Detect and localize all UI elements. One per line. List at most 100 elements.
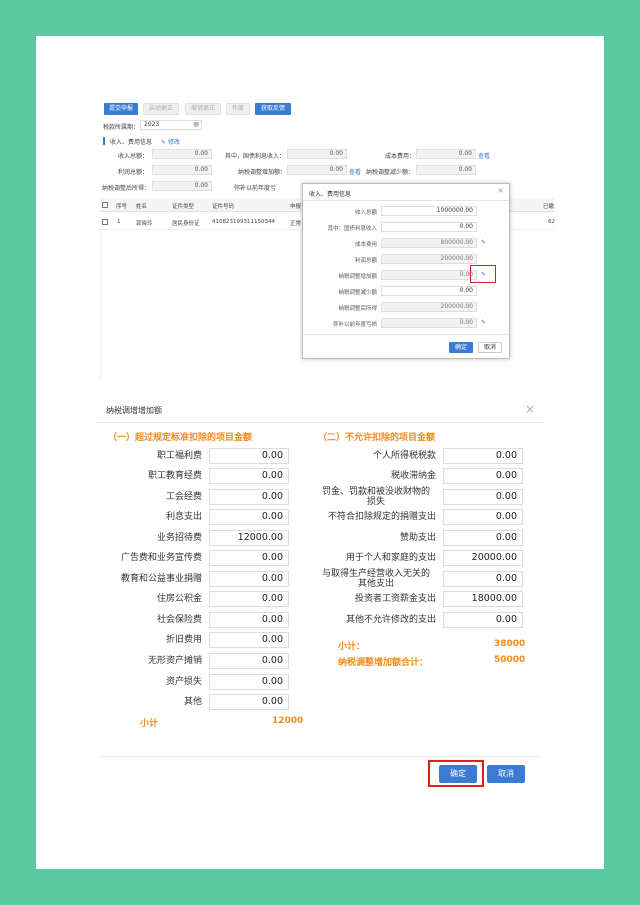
popup-adj-dec-input[interactable]: 0.00	[381, 286, 477, 296]
total-label: 纳税调整增加额合计：	[338, 658, 429, 668]
unrelated-expense-input[interactable]: 0.00	[443, 571, 523, 587]
popup-ok-button[interactable]: 确定	[449, 342, 473, 353]
other-disallowed-input[interactable]: 0.00	[443, 612, 523, 628]
get-feedback-button[interactable]: 获取反馈	[255, 103, 291, 115]
row-no: 1	[117, 219, 121, 225]
loss-edit-pen-icon[interactable]: ✎	[481, 319, 486, 326]
calendar-icon[interactable]: ▦	[193, 121, 199, 129]
treasury-field: 0.00	[287, 149, 347, 159]
other-input[interactable]: 0.00	[209, 694, 289, 710]
fines-input[interactable]: 0.00	[443, 489, 523, 505]
popup-treasury-input[interactable]: 0.00	[381, 222, 477, 232]
popup-close-icon[interactable]: ×	[497, 186, 504, 195]
personal-family-input[interactable]: 20000.00	[443, 550, 523, 566]
popup-cancel-button[interactable]: 取消	[478, 342, 502, 353]
row-name-link[interactable]: 郭晓玲	[136, 219, 153, 227]
loss-label: 弥补以前年度亏	[234, 185, 277, 192]
social-insurance-input[interactable]: 0.00	[209, 612, 289, 628]
col2-subtotal-label: 小计：	[338, 642, 366, 652]
cost-field: 0.00	[416, 149, 476, 159]
welfare-label: 职工福利费	[156, 451, 202, 461]
period-value: 2023	[144, 121, 160, 128]
dialog-close-icon[interactable]: ×	[525, 402, 535, 416]
profit-label: 利润总额：	[117, 169, 148, 176]
treasury-label: 其中，国债利息收入：	[225, 153, 286, 160]
sponsorship-label: 赞助支出	[399, 533, 436, 543]
education-input[interactable]: 0.00	[209, 468, 289, 484]
other-label: 其他	[183, 697, 202, 707]
asset-loss-input[interactable]: 0.00	[209, 674, 289, 690]
popup-income-input[interactable]: 1000000.00	[381, 206, 477, 216]
adj-inc-view-link[interactable]: 查看	[349, 167, 361, 176]
section2-title: （二）不允许扣除的项目金额	[318, 433, 436, 443]
period-label: 税款所属期：	[103, 124, 140, 131]
row-paid: 62	[548, 219, 555, 225]
education-label: 职工教育经费	[147, 471, 202, 481]
popup-profit-label: 利润总额	[354, 258, 377, 264]
section1-title: （一）超过规定标准扣除的项目金额	[108, 433, 253, 443]
dialog-title: 纳税调增增加额	[106, 406, 162, 415]
dialog-footer-divider	[98, 756, 542, 757]
popup-income-label: 收入总额	[354, 210, 377, 216]
adj-inc-label: 纳税调整增加额：	[238, 169, 287, 176]
income-total-label: 收入总额：	[117, 153, 148, 160]
popup-loss-field: 0.00	[381, 318, 477, 328]
fines-label: 罚金、罚款和被没收财物的损失	[321, 487, 430, 507]
late-fee-input[interactable]: 0.00	[443, 468, 523, 484]
union-input[interactable]: 0.00	[209, 489, 289, 505]
total-value: 50000	[494, 655, 526, 665]
cost-view-link[interactable]: 查看	[478, 151, 490, 160]
edit-link-label: 修改	[167, 139, 180, 146]
cost-label: 成本费用：	[385, 153, 416, 160]
welfare-input[interactable]: 0.00	[209, 448, 289, 464]
section-title: 收入、费用信息	[110, 139, 153, 146]
entertainment-input[interactable]: 12000.00	[209, 530, 289, 546]
housing-fund-input[interactable]: 0.00	[209, 591, 289, 607]
void-button[interactable]: 作废	[226, 103, 250, 115]
interest-label: 利息支出	[165, 512, 202, 522]
row-checkbox[interactable]	[102, 219, 108, 225]
popup-adj-inc-field: 0.00	[381, 270, 477, 280]
nonconforming-donation-input[interactable]: 0.00	[443, 509, 523, 525]
investor-salary-input[interactable]: 18000.00	[443, 591, 523, 607]
revoke-correction-button[interactable]: 撤销更正	[185, 103, 221, 115]
popup-cost-field: 800000.00	[381, 238, 477, 248]
donation-input[interactable]: 0.00	[209, 571, 289, 587]
dialog-header-divider	[98, 422, 542, 423]
adj-dec-field: 0.00	[416, 165, 476, 175]
intangible-label: 无形资产摊销	[147, 656, 202, 666]
dialog-cancel-button[interactable]: 取消	[487, 765, 525, 783]
popup-adj-dec-label: 纳税调整减少额	[338, 290, 377, 296]
other-disallowed-label: 其他不允许修改的支出	[345, 615, 436, 625]
interest-input[interactable]: 0.00	[209, 509, 289, 525]
housing-fund-label: 住房公积金	[156, 594, 202, 604]
row-id-number: 410823199311150344	[212, 219, 275, 225]
cost-edit-pen-icon[interactable]: ✎	[481, 239, 486, 246]
popup-cost-label: 成本费用	[354, 242, 377, 248]
pen-icon: ✎	[161, 139, 167, 146]
advertising-label: 广告费和业务宣传费	[120, 553, 202, 563]
period-input[interactable]: 2023 ▦	[140, 120, 202, 130]
section-marker	[103, 137, 105, 145]
donation-label: 教育和公益事业捐赠	[120, 574, 202, 584]
income-tax-input[interactable]: 0.00	[443, 448, 523, 464]
sponsorship-input[interactable]: 0.00	[443, 530, 523, 546]
adj-inc-field: 0.00	[287, 165, 347, 175]
intangible-input[interactable]: 0.00	[209, 653, 289, 669]
income-tax-label: 个人所得税税款	[372, 451, 436, 461]
popup-divider	[303, 200, 509, 201]
popup-footer-divider	[303, 334, 509, 335]
depreciation-input[interactable]: 0.00	[209, 632, 289, 648]
col-header-no: 序号	[116, 204, 128, 210]
restart-correction-button[interactable]: 启动更正	[143, 103, 179, 115]
select-all-checkbox[interactable]	[102, 202, 108, 208]
edit-link[interactable]: ✎ 修改	[161, 137, 180, 146]
adj-dec-label: 纳税调整减少额：	[366, 169, 415, 176]
after-adj-label: 纳税调整后所得：	[102, 185, 151, 192]
popup-adj-inc-label: 纳税调整增加额	[338, 274, 377, 280]
submit-button[interactable]: 提交申报	[104, 103, 138, 115]
col1-subtotal-value: 12000	[272, 716, 304, 726]
advertising-input[interactable]: 0.00	[209, 550, 289, 566]
col-header-name: 姓名	[136, 204, 148, 210]
popup-treasury-label: 其中：国债利息收入	[327, 226, 377, 232]
